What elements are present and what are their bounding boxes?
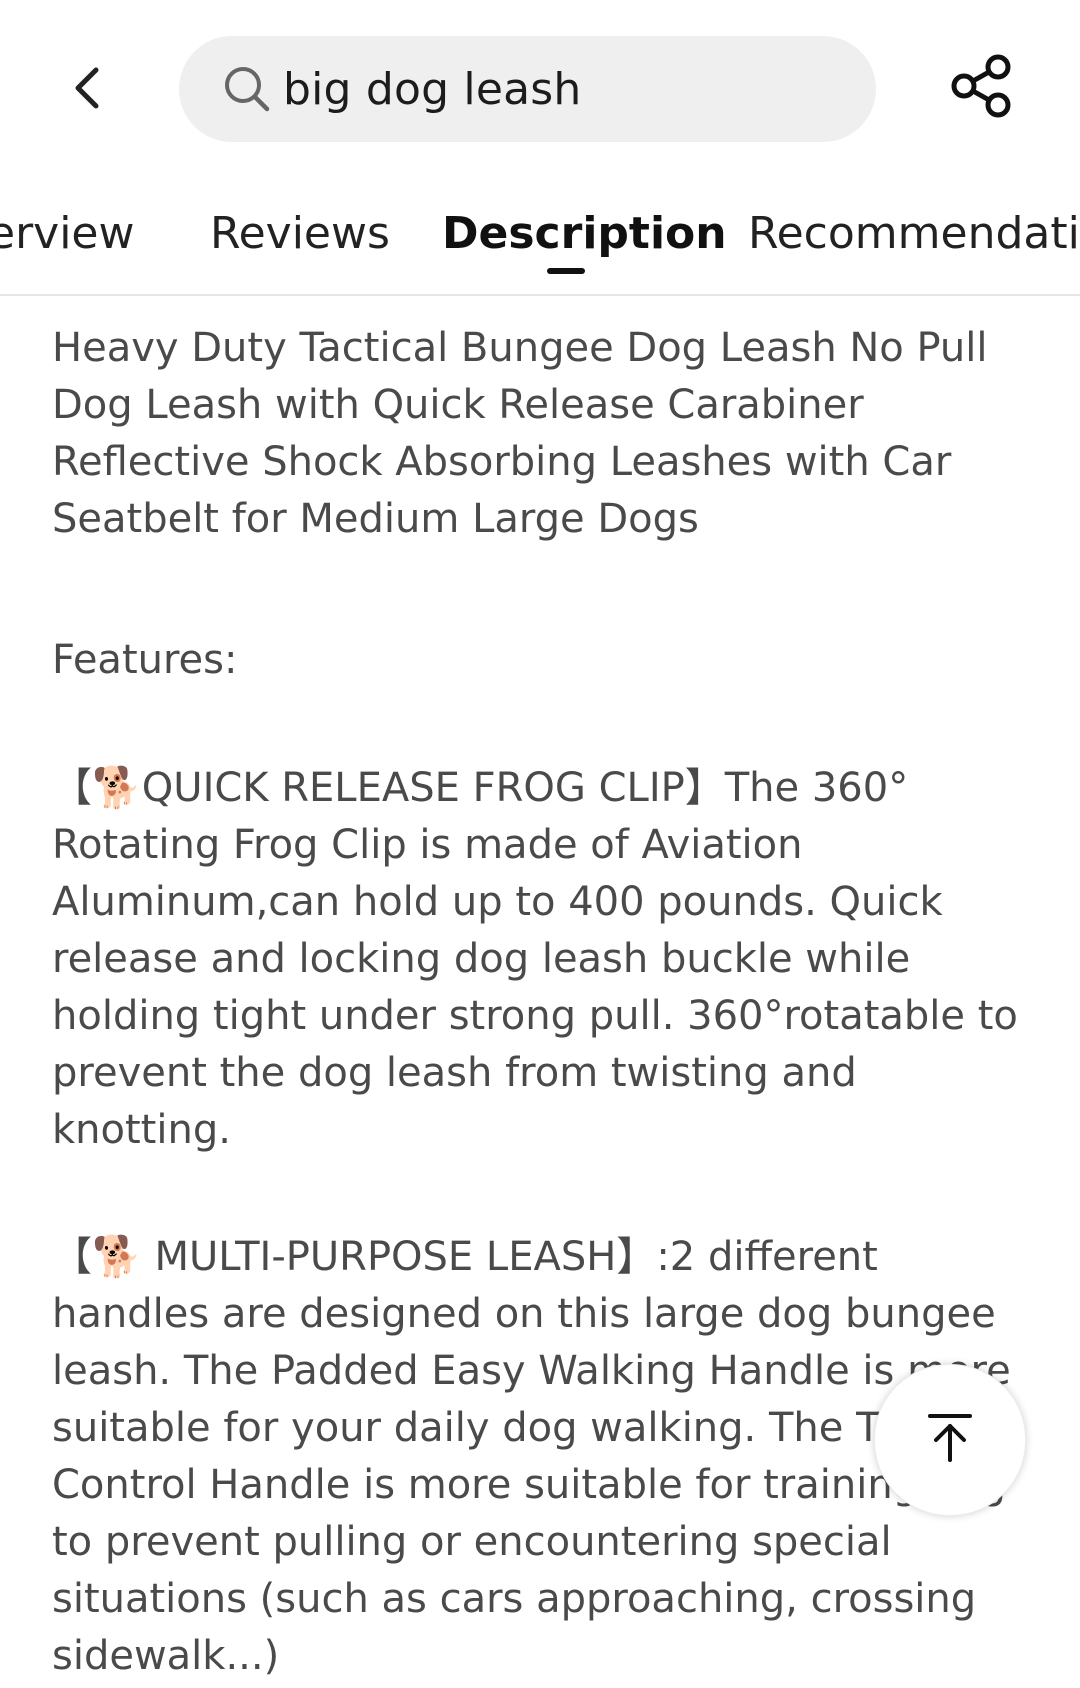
section-tabs: erview Reviews Description Recommendati [0, 180, 1080, 296]
active-tab-indicator [547, 268, 585, 274]
back-button[interactable] [50, 52, 126, 128]
search-bar[interactable]: big dog leash [179, 36, 876, 142]
features-heading: Features: [52, 637, 238, 683]
chevron-left-icon [68, 64, 108, 116]
share-button[interactable] [944, 50, 1020, 126]
tab-recommendations[interactable]: Recommendati [748, 208, 1080, 259]
feature-quick-release: 【🐕QUICK RELEASE FROG CLIP】The 360° Rotat… [52, 765, 1018, 1153]
tab-description[interactable]: Description [442, 208, 727, 259]
scroll-to-top-button[interactable] [874, 1364, 1026, 1516]
top-bar: big dog leash [0, 0, 1080, 180]
product-title: Heavy Duty Tactical Bungee Dog Leash No … [52, 325, 988, 542]
search-icon [221, 63, 273, 115]
share-icon [950, 53, 1014, 123]
search-query-text: big dog leash [283, 63, 582, 115]
tab-reviews[interactable]: Reviews [210, 208, 390, 259]
tab-overview[interactable]: erview [0, 208, 134, 259]
arrow-up-to-top-icon [926, 1412, 974, 1468]
